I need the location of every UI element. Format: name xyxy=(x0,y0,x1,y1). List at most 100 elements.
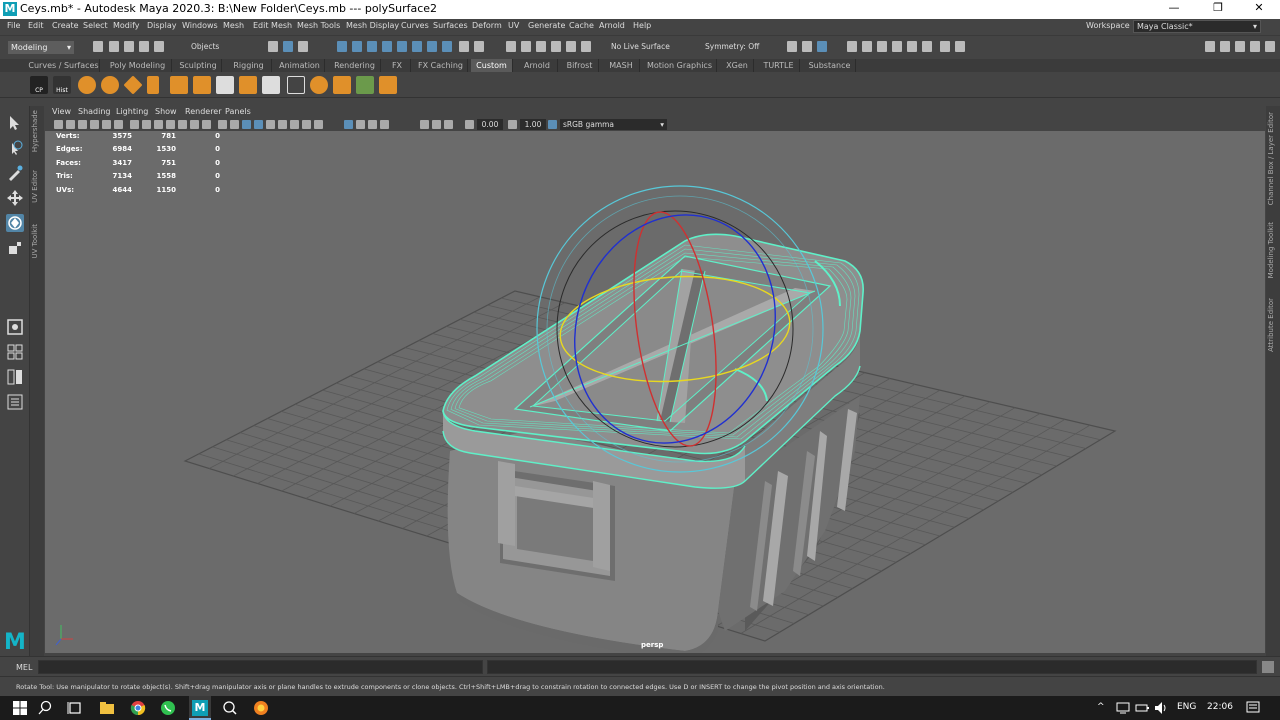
file-explorer-icon[interactable] xyxy=(99,700,115,716)
browser-icon[interactable] xyxy=(253,700,269,716)
select-tool[interactable] xyxy=(6,114,24,132)
redo-icon[interactable] xyxy=(154,41,164,52)
select-curve-icon[interactable] xyxy=(367,41,377,52)
select-camera-icon[interactable] xyxy=(54,120,63,129)
exposure-input[interactable]: 0.00 xyxy=(477,119,503,130)
photos-icon[interactable] xyxy=(222,700,238,716)
lock-selection-icon[interactable] xyxy=(459,41,469,52)
gamma-icon[interactable] xyxy=(508,120,517,129)
motion-blur-icon[interactable] xyxy=(302,120,311,129)
select-surface-icon[interactable] xyxy=(382,41,392,52)
menu-mesh-tools[interactable]: Mesh Tools xyxy=(297,21,340,30)
select-render-icon[interactable] xyxy=(427,41,437,52)
tab-hypershade[interactable]: Hypershade xyxy=(31,110,39,152)
menu-cache[interactable]: Cache xyxy=(569,21,594,30)
uv-shelf-icon[interactable] xyxy=(356,76,374,94)
view-transform-select[interactable]: sRGB gamma ▾ xyxy=(560,119,667,130)
play-icon[interactable] xyxy=(940,41,950,52)
render-frame-icon[interactable] xyxy=(862,41,872,52)
select-dynamic-icon[interactable] xyxy=(412,41,422,52)
hierarchy-mode-icon[interactable] xyxy=(268,41,278,52)
select-handle-icon[interactable] xyxy=(337,41,347,52)
menu-arnold[interactable]: Arnold xyxy=(599,21,625,30)
maximize-button[interactable]: ❐ xyxy=(1199,1,1237,14)
shelf-tab-xgen[interactable]: XGen xyxy=(721,59,754,72)
shelf-tab-substance[interactable]: Substance xyxy=(804,59,856,72)
sphere-shelf-icon[interactable] xyxy=(78,76,96,94)
tray-expand-icon[interactable]: ^ xyxy=(1097,702,1105,712)
mel-label[interactable]: MEL xyxy=(16,663,32,672)
select-misc-icon[interactable] xyxy=(442,41,452,52)
xray-joints-icon[interactable] xyxy=(368,120,377,129)
viewport-scene[interactable] xyxy=(45,131,1265,653)
camera-exposure-icon[interactable] xyxy=(420,120,429,129)
viewport-menu-renderer[interactable]: Renderer xyxy=(185,107,222,116)
ambient-occlusion-icon[interactable] xyxy=(290,120,299,129)
viewport-menu-view[interactable]: View xyxy=(52,107,71,116)
menu-edit-mesh[interactable]: Edit Mesh xyxy=(253,21,292,30)
menu-file[interactable]: File xyxy=(7,21,20,30)
isolate-select-icon[interactable] xyxy=(356,120,365,129)
script-editor-icon[interactable] xyxy=(1262,661,1274,673)
select-deform-icon[interactable] xyxy=(397,41,407,52)
snap-point-icon[interactable] xyxy=(536,41,546,52)
use-lights-icon[interactable] xyxy=(266,120,275,129)
modeling-toolkit-icon[interactable] xyxy=(1205,41,1215,52)
snap-surface-icon[interactable] xyxy=(566,41,576,52)
textured-icon[interactable] xyxy=(254,120,263,129)
language-indicator[interactable]: ENG xyxy=(1177,702,1196,712)
network-icon[interactable] xyxy=(1115,700,1131,716)
torus-shelf-icon[interactable] xyxy=(101,76,119,94)
volume-icon[interactable] xyxy=(1153,700,1169,716)
grid-shelf-icon[interactable] xyxy=(287,76,305,94)
cylinder-shelf-icon[interactable] xyxy=(147,76,159,94)
menu-curves[interactable]: Curves xyxy=(401,21,429,30)
battery-icon[interactable] xyxy=(1134,700,1150,716)
save-scene-icon[interactable] xyxy=(124,41,134,52)
resolution-gate-icon[interactable] xyxy=(154,120,163,129)
symmetry-label[interactable]: Symmetry: Off xyxy=(705,42,759,51)
shelf-tab-turtle[interactable]: TURTLE xyxy=(758,59,800,72)
snap-curve-icon[interactable] xyxy=(521,41,531,52)
undo-icon[interactable] xyxy=(139,41,149,52)
cube-shelf-icon[interactable] xyxy=(170,76,188,94)
hypershade-icon[interactable] xyxy=(907,41,917,52)
chrome-icon[interactable] xyxy=(130,700,146,716)
menu-mesh-display[interactable]: Mesh Display xyxy=(346,21,399,30)
pause-icon[interactable] xyxy=(955,41,965,52)
viewport-panel[interactable]: View Shading Lighting Show Renderer Pane… xyxy=(45,106,1265,653)
field-chart-icon[interactable] xyxy=(178,120,187,129)
highlight-selection-icon[interactable] xyxy=(474,41,484,52)
bookmarks-icon[interactable] xyxy=(78,120,87,129)
film-gate-icon[interactable] xyxy=(142,120,151,129)
new-scene-icon[interactable] xyxy=(93,41,103,52)
menu-display[interactable]: Display xyxy=(147,21,177,30)
viewport-menu-panels[interactable]: Panels xyxy=(225,107,251,116)
gate-mask-icon[interactable] xyxy=(166,120,175,129)
shelf-tab-curves-surfaces[interactable]: Curves / Surfaces xyxy=(28,59,100,72)
extrude-shelf-icon[interactable] xyxy=(193,76,211,94)
cp-shelf-button[interactable]: CP xyxy=(30,76,48,94)
tab-channel-box[interactable]: Channel Box / Layer Editor xyxy=(1267,112,1275,205)
menu-create[interactable]: Create xyxy=(52,21,79,30)
viewport-menu-shading[interactable]: Shading xyxy=(78,107,111,116)
shelf-tab-fx-caching[interactable]: FX Caching xyxy=(414,59,468,72)
outliner-icon[interactable] xyxy=(6,393,24,411)
tab-modeling-toolkit[interactable]: Modeling Toolkit xyxy=(1267,222,1275,278)
shelf-tab-rendering[interactable]: Rendering xyxy=(329,59,381,72)
minimize-button[interactable]: — xyxy=(1155,1,1193,14)
snap-vertex-icon[interactable] xyxy=(581,41,591,52)
component-mode-icon[interactable] xyxy=(298,41,308,52)
mirror-shelf-icon[interactable] xyxy=(379,76,397,94)
notifications-icon[interactable] xyxy=(1245,700,1261,716)
camera-attributes-icon[interactable] xyxy=(66,120,75,129)
close-button[interactable]: ✕ xyxy=(1240,1,1278,14)
selection-mode-label[interactable]: Objects xyxy=(191,42,219,51)
two-view-icon[interactable] xyxy=(6,368,24,386)
menu-set-select[interactable]: Modeling ▾ xyxy=(8,41,74,54)
grease-pencil-icon[interactable] xyxy=(114,120,123,129)
smooth-shelf-icon[interactable] xyxy=(310,76,328,94)
render-view-icon[interactable] xyxy=(847,41,857,52)
menu-select[interactable]: Select xyxy=(83,21,108,30)
smooth-shade-icon[interactable] xyxy=(230,120,239,129)
